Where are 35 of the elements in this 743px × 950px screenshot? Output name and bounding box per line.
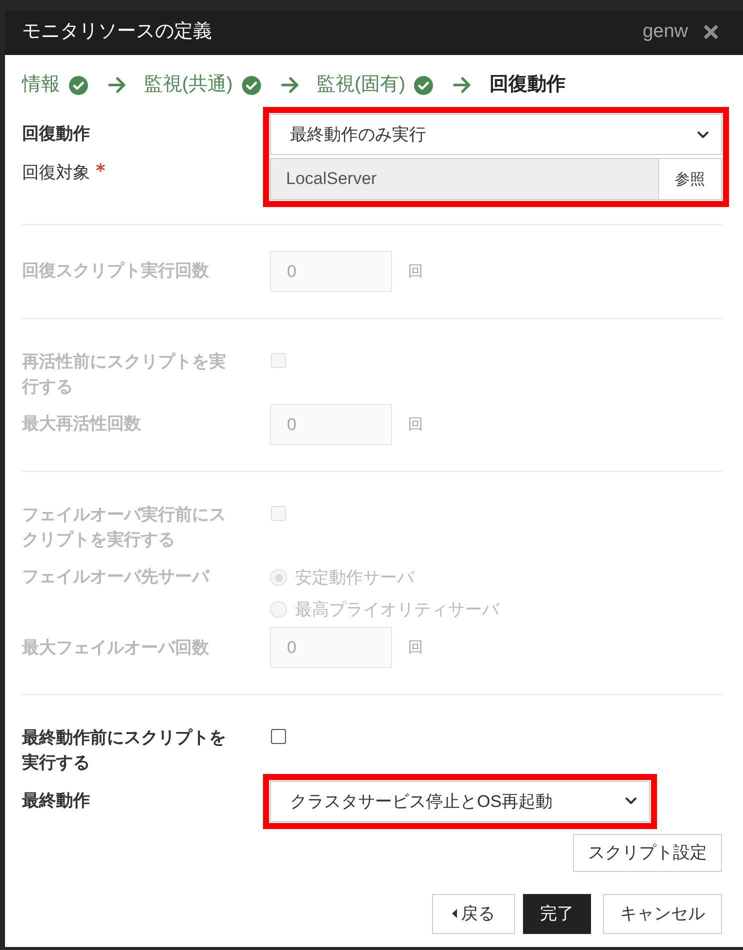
chevron-down-icon — [625, 797, 637, 806]
finish-button[interactable]: 完了 — [523, 894, 591, 934]
field-label: 回復対象 — [22, 162, 90, 184]
field-label: フェイルオーバ先サーバ — [22, 566, 209, 588]
field-label: 再活性前にスクリプトを実行する — [22, 351, 227, 398]
checkbox[interactable] — [271, 729, 286, 744]
unit-label: 回 — [408, 638, 423, 658]
wizard-step: 監視(固有) — [316, 72, 406, 98]
caret-left-icon — [452, 909, 457, 918]
arrow-right-icon — [453, 77, 472, 93]
wizard-step: 情報 — [22, 72, 60, 98]
unit-label: 回 — [408, 262, 423, 281]
field-label: 最大再活性回数 — [22, 413, 141, 436]
field-label: 最終動作前にスクリプトを実行する — [22, 727, 227, 774]
arrow-right-icon — [108, 77, 126, 93]
browse-button[interactable]: 参照 — [658, 158, 722, 200]
field-label: 回復スクリプト実行回数 — [22, 260, 209, 282]
unit-label: 回 — [408, 415, 423, 434]
field-label: 最大フェイルオーバ回数 — [22, 636, 209, 659]
wizard-step: 回復動作 — [489, 72, 566, 98]
close-icon[interactable] — [703, 24, 719, 40]
script-settings-button[interactable]: スクリプト設定 — [573, 834, 722, 872]
chevron-down-icon — [697, 130, 709, 138]
back-button[interactable]: 戻る — [432, 894, 515, 934]
dialog-title: モニタリソースの定義 — [22, 21, 212, 44]
cancel-button[interactable]: キャンセル — [603, 894, 722, 934]
user-name: genw — [642, 21, 688, 44]
wizard-step: 監視(共通) — [144, 72, 233, 98]
dropdown[interactable]: クラスタサービス停止とOS再起動 — [270, 780, 650, 822]
field-label: フェイルオーバ実行前にスクリプトを実行する — [22, 504, 227, 551]
text-field[interactable]: LocalServer — [270, 158, 658, 200]
field-label: 回復動作 — [22, 123, 90, 146]
field-label: 最終動作 — [22, 790, 90, 812]
arrow-right-icon — [280, 77, 299, 93]
dropdown[interactable]: 最終動作のみ実行 — [270, 114, 722, 155]
